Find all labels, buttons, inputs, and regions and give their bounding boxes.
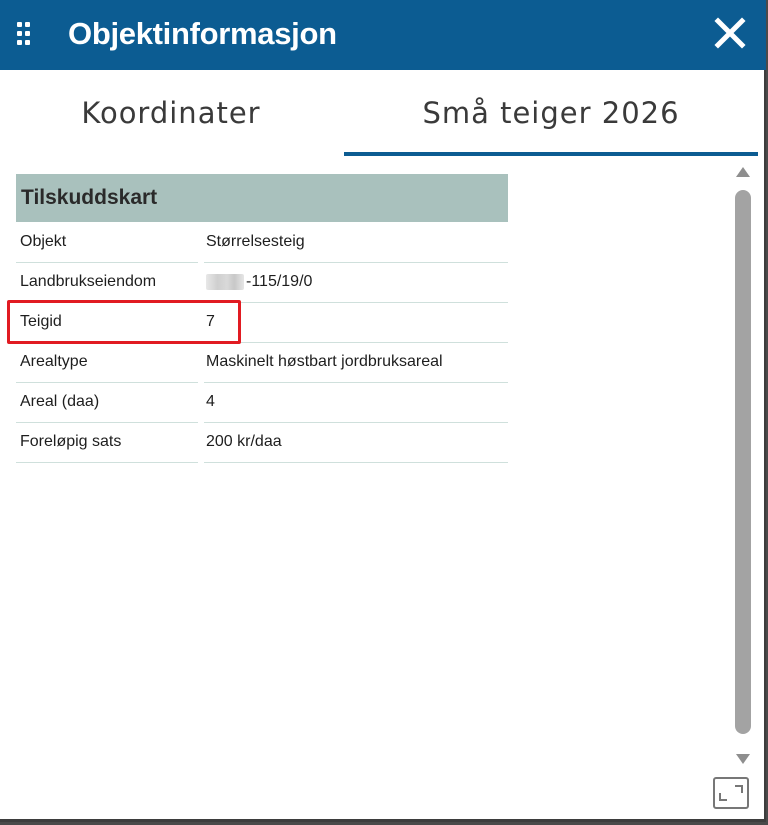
row-key: Arealtype	[16, 342, 198, 383]
section-header: Tilskuddskart	[16, 174, 508, 222]
tab-koordinater[interactable]: Koordinater	[0, 70, 342, 156]
table-row: Foreløpig sats 200 kr/daa	[16, 422, 508, 463]
table-row: Landbrukseiendom -115/19/0	[16, 262, 508, 303]
table-row: Objekt Størrelsesteig	[16, 222, 508, 263]
row-key: Areal (daa)	[16, 382, 198, 423]
row-key: Objekt	[16, 222, 198, 263]
row-value: -115/19/0	[204, 262, 508, 303]
highlight-box	[7, 300, 241, 344]
active-tab-indicator	[344, 152, 758, 156]
panel-titlebar[interactable]: Objektinformasjon	[0, 0, 766, 70]
table-row: Arealtype Maskinelt høstbart jordbruksar…	[16, 342, 508, 383]
tab-bar: Koordinater Små teiger 2026	[0, 70, 764, 156]
row-value: 200 kr/daa	[204, 422, 508, 463]
object-info-panel: Objektinformasjon Koordinater Små teiger…	[0, 0, 766, 822]
row-key: Foreløpig sats	[16, 422, 198, 463]
tab-sma-teiger-2026[interactable]: Små teiger 2026	[344, 70, 758, 156]
row-value-text: -115/19/0	[246, 272, 313, 290]
expand-icon[interactable]	[713, 777, 749, 809]
row-value: Maskinelt høstbart jordbruksareal	[204, 342, 508, 383]
row-key: Landbrukseiendom	[16, 262, 198, 303]
redacted-value	[206, 273, 244, 290]
panel-title: Objektinformasjon	[68, 16, 337, 51]
scroll-up-icon[interactable]	[735, 165, 751, 179]
scroll-down-icon[interactable]	[735, 752, 751, 766]
close-icon[interactable]	[712, 15, 748, 51]
row-value: 4	[204, 382, 508, 423]
drag-handle-icon[interactable]	[17, 22, 37, 46]
scrollbar-thumb[interactable]	[735, 190, 751, 734]
row-value: 7	[204, 302, 508, 343]
table-row: Areal (daa) 4	[16, 382, 508, 423]
row-value: Størrelsesteig	[204, 222, 508, 263]
